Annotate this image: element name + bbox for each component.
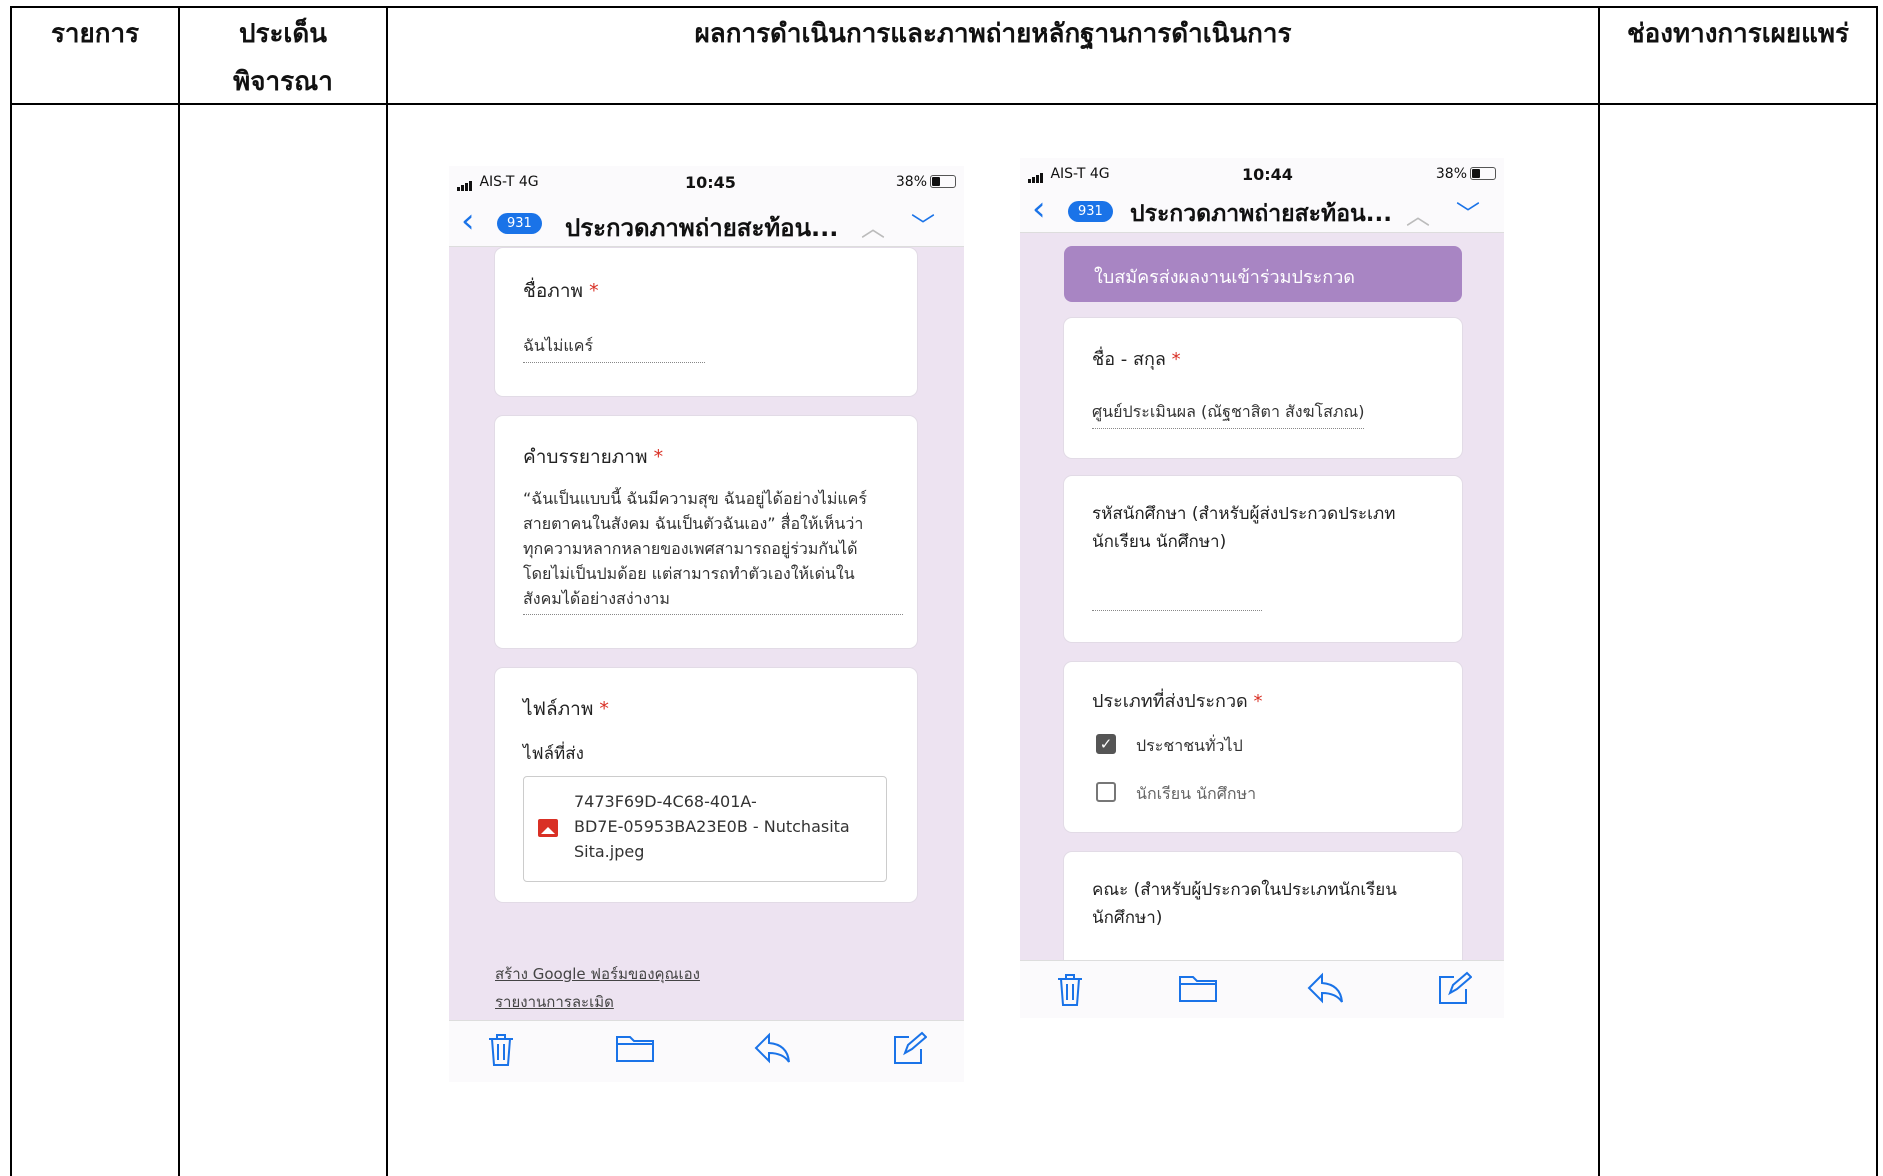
question-card-title: ชื่อภาพ * ฉันไม่แคร์	[495, 248, 917, 396]
column-divider	[178, 6, 180, 1176]
question-label: คำบรรยายภาพ	[523, 446, 648, 468]
column-divider	[1598, 6, 1600, 1176]
carrier-label: AIS-T 4G	[1050, 166, 1110, 182]
option-label: ประชาชนทั่วไป	[1136, 736, 1243, 755]
answer-line: สังคมได้อย่างสง่างาม	[523, 589, 670, 608]
reply-icon[interactable]	[1306, 971, 1346, 1005]
mail-count-badge: 931	[1068, 201, 1113, 222]
clock: 10:45	[685, 173, 736, 192]
required-mark: *	[653, 446, 664, 468]
phone-screenshot-form-application: AIS-T 4G 10:44 38% ‹ 931 ประกวดภาพถ่ายสะ…	[1020, 158, 1504, 1018]
clock: 10:44	[1242, 165, 1293, 184]
carrier-label: AIS-T 4G	[479, 174, 539, 190]
form-header-banner: ใบสมัครส่งผลงานเข้าร่วมประกวด	[1064, 246, 1462, 302]
chevron-down-icon[interactable]: ﹀	[1456, 194, 1480, 229]
question-card-student-id: รหัสนักศึกษา (สำหรับผู้ส่งประกวดประเภท น…	[1064, 476, 1462, 642]
mail-toolbar	[1020, 960, 1504, 1018]
trash-icon[interactable]	[485, 1031, 517, 1069]
battery-icon	[1470, 167, 1496, 180]
compose-icon[interactable]	[891, 1031, 927, 1067]
folder-icon[interactable]	[1178, 971, 1218, 1005]
header-channels: ช่องทางการเผยแพร่	[1627, 19, 1849, 49]
answer-line: โดยไม่เป็นปมด้อย แต่สามารถทำตัวเองให้เด่…	[523, 564, 855, 583]
reply-icon[interactable]	[753, 1031, 793, 1065]
question-card-name: ชื่อ - สกุล * ศูนย์ประเมินผล (ณัฐชาสิตา …	[1064, 318, 1462, 458]
question-label: ชื่อ - สกุล	[1092, 349, 1166, 370]
header-item: รายการ	[50, 19, 140, 49]
answer-line: ทุกความหลากหลายของเพศสามารถอยู่ร่วมกันได…	[523, 539, 858, 558]
option-label: นักเรียน นักศึกษา	[1136, 784, 1257, 803]
mail-nav-bar: ‹ 931 ประกวดภาพถ่ายสะท้อน... ︿ ﹀	[1020, 188, 1504, 233]
chevron-left-icon[interactable]: ‹	[461, 204, 475, 238]
header-consideration: ประเด็น พิจารณา	[233, 19, 333, 97]
mail-subject: ประกวดภาพถ่ายสะท้อน...	[565, 214, 839, 242]
status-bar: AIS-T 4G 10:44 38%	[1020, 158, 1504, 192]
battery-icon	[930, 175, 956, 188]
student-id-input[interactable]	[1092, 610, 1262, 611]
mail-toolbar	[449, 1020, 964, 1082]
answer-line: สายตาคนในสังคม ฉันเป็นตัวฉันเอง” สื่อให้…	[523, 514, 864, 533]
answer-text: ศูนย์ประเมินผล (ณัฐชาสิตา สังฆโสภณ)	[1092, 400, 1365, 429]
signal-icon	[457, 175, 473, 191]
chevron-up-icon[interactable]: ︿	[1406, 196, 1430, 231]
battery-percent: 38%	[895, 174, 927, 190]
form-header-text: ใบสมัครส่งผลงานเข้าร่วมประกวด	[1094, 267, 1355, 288]
header-results: ผลการดำเนินการและภาพถ่ายหลักฐานการดำเนิน…	[694, 19, 1292, 49]
image-file-icon	[538, 819, 558, 837]
question-label: ไฟล์ภาพ	[523, 698, 594, 720]
folder-icon[interactable]	[615, 1031, 655, 1065]
file-name: 7473F69D-4C68-401A- BD7E-05953BA23E0B - …	[574, 792, 850, 861]
question-label: ประเภทที่ส่งประกวด	[1092, 691, 1248, 712]
question-label: นักเรียน นักศึกษา)	[1092, 532, 1227, 552]
phone-screenshot-form-answers: AIS-T 4G 10:45 38% ‹ 931 ประกวดภาพถ่ายสะ…	[449, 166, 964, 1082]
attached-file[interactable]: 7473F69D-4C68-401A- BD7E-05953BA23E0B - …	[523, 776, 887, 882]
question-card-category: ประเภทที่ส่งประกวด * ✓ ประชาชนทั่วไป นัก…	[1064, 662, 1462, 832]
trash-icon[interactable]	[1054, 971, 1086, 1009]
status-bar: AIS-T 4G 10:45 38%	[449, 166, 964, 200]
mail-nav-bar: ‹ 931 ประกวดภาพถ่ายสะท้อน... ︿ ﹀	[449, 200, 964, 247]
chevron-left-icon[interactable]: ‹	[1032, 192, 1046, 226]
mail-subject: ประกวดภาพถ่ายสะท้อน...	[1130, 201, 1392, 227]
required-mark: *	[1253, 691, 1263, 712]
required-mark: *	[1171, 349, 1181, 370]
compose-icon[interactable]	[1436, 971, 1472, 1007]
answer-paragraph: “ฉันเป็นแบบนี้ ฉันมีความสุข ฉันอยู่ได้อย…	[523, 486, 903, 615]
checkbox-general-public[interactable]: ✓	[1096, 734, 1116, 754]
signal-icon	[1028, 167, 1044, 183]
checkbox-student[interactable]	[1096, 782, 1116, 802]
chevron-down-icon[interactable]: ﹀	[911, 206, 935, 241]
question-card-file: ไฟล์ภาพ * ไฟล์ที่ส่ง 7473F69D-4C68-401A-…	[495, 668, 917, 902]
chevron-up-icon[interactable]: ︿	[861, 208, 885, 243]
column-divider	[386, 6, 388, 1176]
mail-count-badge: 931	[497, 213, 542, 234]
question-label: ชื่อภาพ	[523, 280, 584, 302]
create-form-link[interactable]: สร้าง Google ฟอร์มของคุณเอง	[495, 962, 700, 986]
required-mark: *	[589, 280, 599, 302]
required-mark: *	[599, 698, 609, 720]
question-label: คณะ (สำหรับผู้ประกวดในประเภทนักเรียน	[1092, 880, 1397, 900]
file-sublabel: ไฟล์ที่ส่ง	[523, 744, 584, 764]
battery-percent: 38%	[1435, 166, 1467, 182]
answer-text: ฉันไม่แคร์	[523, 334, 705, 363]
answer-line: “ฉันเป็นแบบนี้ ฉันมีความสุข ฉันอยู่ได้อย…	[523, 489, 867, 508]
report-abuse-link[interactable]: รายงานการละเมิด	[495, 990, 614, 1014]
question-label: รหัสนักศึกษา (สำหรับผู้ส่งประกวดประเภท	[1092, 504, 1396, 524]
question-label: นักศึกษา)	[1092, 908, 1163, 928]
question-card-caption: คำบรรยายภาพ * “ฉันเป็นแบบนี้ ฉันมีความสุ…	[495, 416, 917, 648]
